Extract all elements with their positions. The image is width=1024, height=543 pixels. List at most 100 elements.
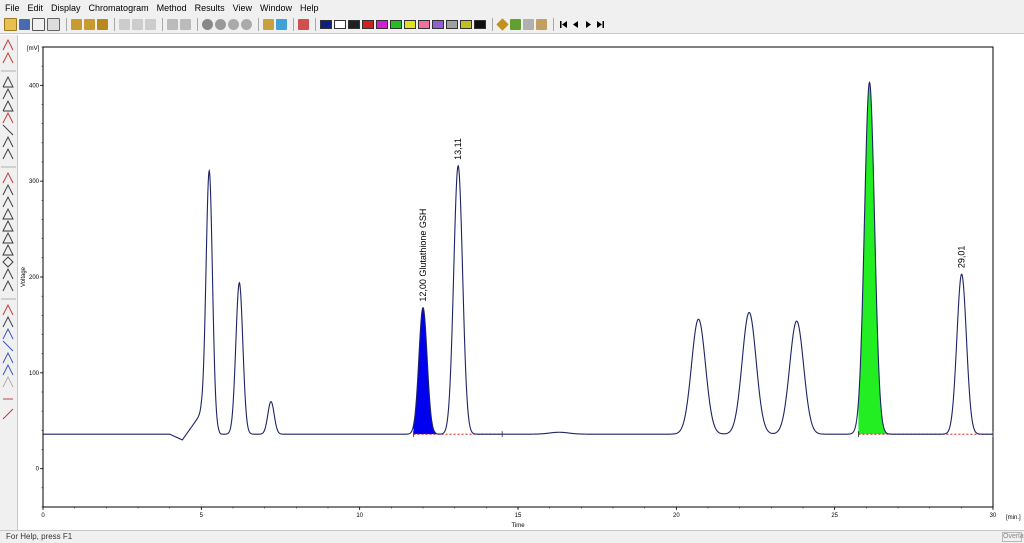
diamond-icon[interactable] <box>496 18 509 31</box>
menu-bar: File Edit Display Chromatogram Method Results… <box>0 0 1024 16</box>
menu-help[interactable]: Help <box>295 0 322 16</box>
toolbar-separator <box>492 18 493 31</box>
report-icon[interactable] <box>97 19 108 30</box>
toolbar-separator <box>293 18 294 31</box>
y-tick-label: 0 <box>36 467 40 473</box>
chart-settings-icon[interactable] <box>536 19 547 30</box>
percent-icon[interactable] <box>298 19 309 30</box>
event-tool-9-icon[interactable] <box>2 408 14 420</box>
undo-icon[interactable] <box>167 19 178 30</box>
y-unit-label: [mV] <box>27 46 40 52</box>
cut-icon[interactable] <box>119 19 130 30</box>
save-icon[interactable] <box>19 19 30 30</box>
event-tool-1-icon[interactable] <box>2 303 14 316</box>
peak-mark-8-icon[interactable] <box>2 256 14 268</box>
peak-mark-3-icon[interactable] <box>2 195 14 208</box>
menu-window[interactable]: Window <box>255 0 295 16</box>
event-tool-7-icon[interactable] <box>2 375 14 388</box>
trace-color-violet-icon[interactable] <box>432 20 444 29</box>
message-icon[interactable] <box>276 19 287 30</box>
print-preview-icon[interactable] <box>84 19 95 30</box>
trace-color-red-icon[interactable] <box>362 20 374 29</box>
event-tool-6-icon[interactable] <box>2 363 14 376</box>
peak-mark-2-icon[interactable] <box>2 183 14 196</box>
print-icon[interactable] <box>71 19 82 30</box>
event-tool-3-icon[interactable] <box>2 327 14 340</box>
event-tool-2-icon[interactable] <box>2 315 14 328</box>
y-tick-label: 300 <box>29 179 40 185</box>
zoom-out-icon[interactable] <box>215 19 226 30</box>
trace-color-black-icon[interactable] <box>348 20 360 29</box>
peak-mark-5-icon[interactable] <box>2 219 14 232</box>
redo-icon[interactable] <box>180 19 191 30</box>
menu-file[interactable]: File <box>0 0 23 16</box>
edit-icon[interactable] <box>47 18 60 31</box>
peak-mark-6-icon[interactable] <box>2 231 14 244</box>
chromatogram-chart: 0 5 10 15 20 25 300100200300400Time[min.][mV]V… <box>21 46 1021 529</box>
integration-tool-1-icon[interactable] <box>2 75 14 88</box>
integration-tool-5-icon[interactable] <box>2 124 14 136</box>
event-tool-5-icon[interactable] <box>2 351 14 364</box>
paste-icon[interactable] <box>145 19 156 30</box>
x-tick-label: 30 <box>990 513 997 519</box>
menu-view[interactable]: View <box>228 0 255 16</box>
trace-color-green-icon[interactable] <box>390 20 402 29</box>
menu-results[interactable]: Results <box>190 0 228 16</box>
trace-color-magenta-icon[interactable] <box>376 20 388 29</box>
grid-icon[interactable] <box>510 19 521 30</box>
zoom-reset-icon[interactable] <box>241 19 252 30</box>
peak-tool-a-icon[interactable] <box>2 38 14 51</box>
y-tick-label: 400 <box>29 83 40 89</box>
x-tick-label: 20 <box>673 513 680 519</box>
integration-tool-6-icon[interactable] <box>2 135 14 148</box>
peak-mark-4-icon[interactable] <box>2 207 14 220</box>
tools-icon[interactable] <box>523 19 534 30</box>
trace-color-pink-icon[interactable] <box>418 20 430 29</box>
close-icon[interactable] <box>32 18 45 31</box>
toolbar-separator <box>553 18 554 31</box>
zoom-in-icon[interactable] <box>202 19 213 30</box>
integration-tool-3-icon[interactable] <box>2 99 14 112</box>
toolbar <box>0 16 1024 34</box>
x-tick-label: 10 <box>356 513 363 519</box>
trace-color-white-icon[interactable] <box>334 20 346 29</box>
peak-mark-10-icon[interactable] <box>2 279 14 292</box>
tool-sidebar-icons <box>1 38 16 420</box>
menu-display[interactable]: Display <box>46 0 84 16</box>
trace-color-dark-blue-icon[interactable] <box>320 20 332 29</box>
chromatogram-plot[interactable]: 0 5 10 15 20 25 30 0 100 200 300 400 Time [min.] [mV] V… <box>18 35 1024 530</box>
event-tool-4-icon[interactable] <box>2 340 14 352</box>
previous-icon[interactable] <box>573 21 578 28</box>
integration-tool-7-icon[interactable] <box>2 147 14 160</box>
tool-sidebar <box>0 35 18 530</box>
peak-mark-9-icon[interactable] <box>2 267 14 280</box>
copy-icon[interactable] <box>132 19 143 30</box>
open-file-icon[interactable] <box>4 18 17 31</box>
integration-tool-4-icon[interactable] <box>2 111 14 124</box>
toolbar-separator <box>197 18 198 31</box>
peak-label: 12,00 Glutathione GSH <box>418 209 428 302</box>
trace-color-olive-icon[interactable] <box>460 20 472 29</box>
menu-method[interactable]: Method <box>152 0 190 16</box>
integration-tool-2-icon[interactable] <box>2 87 14 100</box>
zoom-area-icon[interactable] <box>228 19 239 30</box>
toolbar-separator <box>258 18 259 31</box>
menu-edit[interactable]: Edit <box>23 0 47 16</box>
x-tick-label: 5 <box>200 513 204 519</box>
trace-color-black-2-icon[interactable] <box>474 20 486 29</box>
first-icon[interactable] <box>560 21 567 28</box>
y-tick-label: 200 <box>29 275 40 281</box>
menu-chromatogram[interactable]: Chromatogram <box>84 0 152 16</box>
trace-color-gray-icon[interactable] <box>446 20 458 29</box>
x-unit-label: [min.] <box>1006 515 1021 521</box>
last-icon[interactable] <box>597 21 604 28</box>
peak-mark-7-icon[interactable] <box>2 243 14 256</box>
toolbar-separator <box>114 18 115 31</box>
trace-color-yellow-icon[interactable] <box>404 20 416 29</box>
peak-tool-b-icon[interactable] <box>2 51 14 64</box>
next-icon[interactable] <box>586 21 591 28</box>
pin-icon[interactable] <box>263 19 274 30</box>
y-tick-label: 100 <box>29 371 40 377</box>
peak-mark-1-icon[interactable] <box>2 171 14 184</box>
navigation-arrows <box>560 21 604 28</box>
